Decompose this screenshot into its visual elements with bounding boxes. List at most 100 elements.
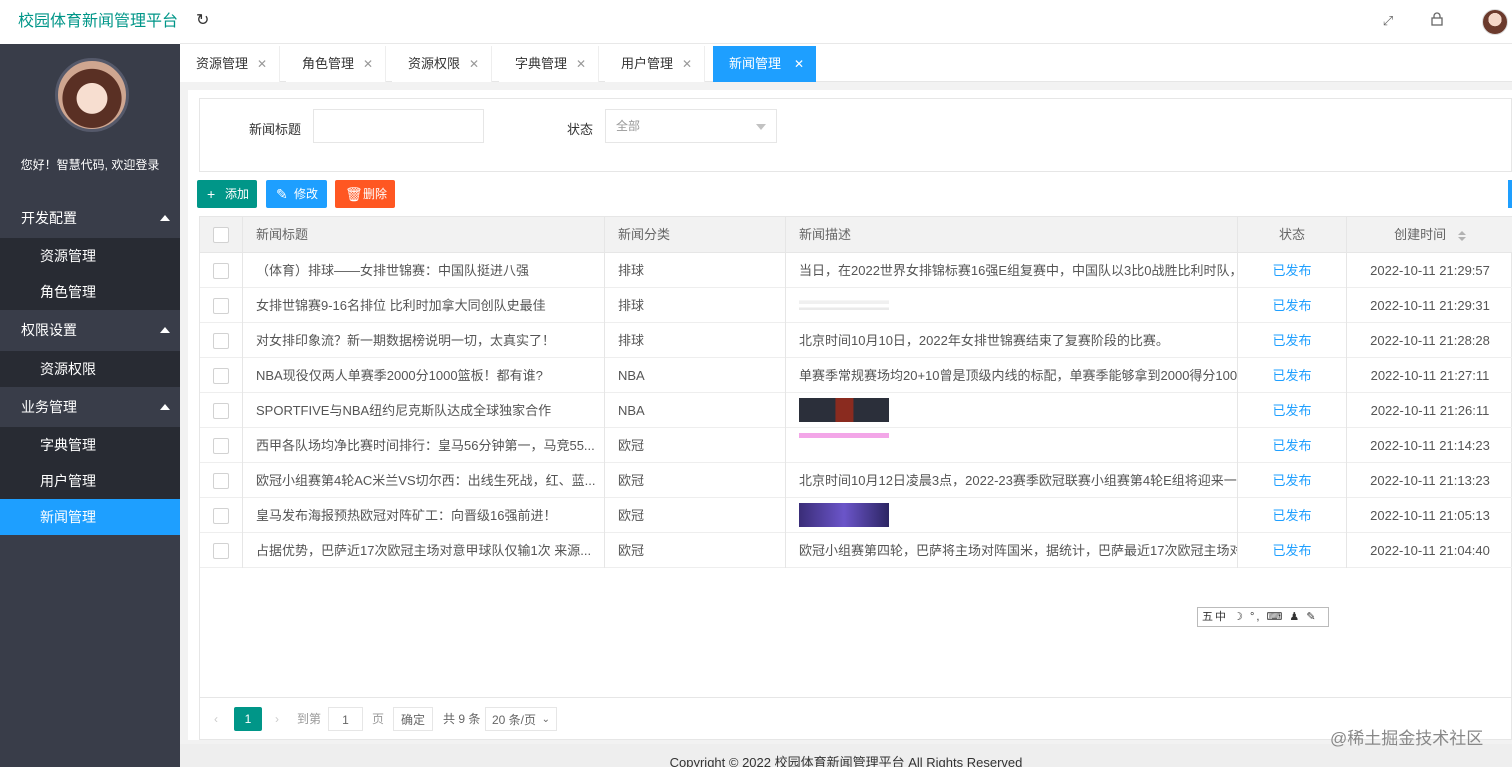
- fullscreen-icon[interactable]: ⤢: [1379, 12, 1397, 30]
- header-news-title: 新闻标题: [243, 217, 605, 252]
- ime-label: 五中: [1202, 611, 1228, 623]
- title-cell: 对女排印象流？新一期数据榜说明一切，太真实了！: [243, 323, 605, 358]
- search-form: 新闻标题 状态 全部: [199, 98, 1512, 172]
- news-title-label: 新闻标题: [249, 122, 302, 137]
- row-checkbox[interactable]: [213, 298, 229, 314]
- tab-user-manage[interactable]: 用户管理 ✕: [605, 46, 705, 82]
- tab-resource-manage[interactable]: 资源管理 ✕: [180, 46, 280, 82]
- desc-cell: 北京时间10月10日，2022年女排世锦赛结束了复赛阶段的比赛。: [786, 323, 1238, 358]
- pencil-icon: ✎: [276, 186, 288, 202]
- row-checkbox[interactable]: [213, 473, 229, 489]
- sidebar-item-user-manage[interactable]: 用户管理: [0, 463, 180, 499]
- prev-page-icon[interactable]: ‹: [214, 707, 218, 731]
- edit-button[interactable]: ✎ 修改: [266, 180, 327, 208]
- status-cell[interactable]: 已发布: [1238, 463, 1347, 498]
- tab-role-manage[interactable]: 角色管理 ✕: [286, 46, 386, 82]
- row-checkbox[interactable]: [213, 543, 229, 559]
- desc-cell: 当日，在2022世界女排锦标赛16强E组复赛中，中国队以3比0战胜比利时队，晋: [786, 253, 1238, 288]
- status-cell[interactable]: 已发布: [1238, 288, 1347, 323]
- table-row[interactable]: 皇马发布海报预热欧冠对阵矿工：向晋级16强前进！ 欧冠 已发布 2022-10-11 …: [200, 498, 1512, 533]
- select-all-checkbox[interactable]: [213, 227, 229, 243]
- title-cell: NBA现役仅两人单赛季2000分1000篮板！都有谁?: [243, 358, 605, 393]
- desc-cell: 单赛季常规赛场均20+10曾是顶级内线的标配，单赛季能够拿到2000得分1000…: [786, 358, 1238, 393]
- tab-dict-manage[interactable]: 字典管理 ✕: [499, 46, 599, 82]
- status-cell[interactable]: 已发布: [1238, 253, 1347, 288]
- row-checkbox[interactable]: [213, 368, 229, 384]
- tab-label: 用户管理: [621, 56, 674, 71]
- sidebar-item-news-manage[interactable]: 新闻管理: [0, 499, 180, 535]
- caret-up-icon: [160, 327, 170, 333]
- table-row[interactable]: （体育）排球——女排世锦赛：中国队挺进八强 排球 当日，在2022世界女排锦标赛16…: [200, 253, 1512, 288]
- tab-resource-permission[interactable]: 资源权限 ✕: [392, 46, 492, 82]
- status-cell[interactable]: 已发布: [1238, 323, 1347, 358]
- page-1-button[interactable]: 1: [234, 707, 262, 731]
- row-checkbox[interactable]: [213, 403, 229, 419]
- desc-cell: [786, 288, 1238, 323]
- header-status: 状态: [1238, 217, 1347, 252]
- title-cell: 皇马发布海报预热欧冠对阵矿工：向晋级16强前进！: [243, 498, 605, 533]
- row-checkbox[interactable]: [213, 508, 229, 524]
- table-row[interactable]: 占据优势，巴萨近17次欧冠主场对意甲球队仅输1次 来源... 欧冠 欧冠小组赛第四轮…: [200, 533, 1512, 568]
- news-title-input[interactable]: [313, 109, 484, 143]
- table-row[interactable]: 欧冠小组赛第4轮AC米兰VS切尔西：出线生死战，红、蓝... 欧冠 北京时间10月1…: [200, 463, 1512, 498]
- nav-group-permission[interactable]: 权限设置: [0, 310, 180, 350]
- tab-label: 资源权限: [408, 56, 461, 71]
- status-cell[interactable]: 已发布: [1238, 533, 1347, 568]
- lock-icon[interactable]: [1428, 12, 1446, 30]
- row-checkbox[interactable]: [213, 438, 229, 454]
- close-icon[interactable]: ✕: [257, 46, 267, 82]
- edit-button-label: 修改: [294, 187, 319, 201]
- header-checkbox-cell: [200, 217, 243, 252]
- table-row[interactable]: 女排世锦赛9-16名排位 比利时加拿大同创队史最佳 排球 已发布 2022-10-11…: [200, 288, 1512, 323]
- sort-icon[interactable]: [1457, 230, 1466, 241]
- delete-button[interactable]: 🗑 删除: [335, 180, 395, 208]
- desc-cell: 欧冠小组赛第四轮，巴萨将主场对阵国米，据统计，巴萨最近17次欧冠主场对阵: [786, 533, 1238, 568]
- sidebar-item-resource-permission[interactable]: 资源权限: [0, 351, 180, 387]
- tab-label: 资源管理: [196, 56, 249, 71]
- header-create-time[interactable]: 创建时间: [1347, 217, 1512, 252]
- app-title[interactable]: 校园体育新闻管理平台: [0, 0, 180, 44]
- sidebar-item-role-manage[interactable]: 角色管理: [0, 274, 180, 310]
- row-checkbox[interactable]: [213, 333, 229, 349]
- nav-group-dev-config[interactable]: 开发配置: [0, 198, 180, 238]
- add-button[interactable]: + 添加: [197, 180, 257, 208]
- category-cell: 欧冠: [605, 533, 786, 568]
- refresh-icon[interactable]: ↻: [196, 12, 214, 30]
- sidebar-item-resource-manage[interactable]: 资源管理: [0, 238, 180, 274]
- status-cell[interactable]: 已发布: [1238, 498, 1347, 533]
- goto-page-input[interactable]: 1: [328, 707, 363, 731]
- close-icon[interactable]: ✕: [794, 46, 804, 82]
- category-cell: NBA: [605, 358, 786, 393]
- close-icon[interactable]: ✕: [363, 46, 373, 82]
- toolbar-edge-button[interactable]: [1508, 180, 1512, 208]
- table-row[interactable]: SPORTFIVE与NBA纽约尼克斯队达成全球独家合作 NBA 已发布 2022-10…: [200, 393, 1512, 428]
- status-cell[interactable]: 已发布: [1238, 428, 1347, 463]
- trash-icon: 🗑: [345, 186, 363, 202]
- checkbox-cell: [200, 393, 243, 428]
- table-row[interactable]: 对女排印象流？新一期数据榜说明一切，太真实了！ 排球 北京时间10月10日，2022…: [200, 323, 1512, 358]
- next-page-icon[interactable]: ›: [275, 707, 279, 731]
- status-cell[interactable]: 已发布: [1238, 358, 1347, 393]
- close-icon[interactable]: ✕: [682, 46, 692, 82]
- user-avatar[interactable]: [1482, 9, 1508, 35]
- plus-icon: +: [207, 186, 216, 202]
- table-header: 新闻标题 新闻分类 新闻描述 状态 创建时间: [200, 217, 1512, 253]
- time-cell: 2022-10-11 21:29:31: [1370, 298, 1490, 313]
- close-icon[interactable]: ✕: [576, 46, 586, 82]
- nav-group-business[interactable]: 业务管理: [0, 387, 180, 427]
- table-row[interactable]: 西甲各队场均净比赛时间排行：皇马56分钟第一，马竞55... 欧冠 已发布 2022-…: [200, 428, 1512, 463]
- status-cell[interactable]: 已发布: [1238, 393, 1347, 428]
- status-select[interactable]: 全部: [605, 109, 777, 143]
- table-row[interactable]: NBA现役仅两人单赛季2000分1000篮板！都有谁? NBA 单赛季常规赛场均20…: [200, 358, 1512, 393]
- ime-toolbar[interactable]: 五中 ☽ °, ⌨ ♟ ✎: [1197, 607, 1329, 627]
- checkbox-cell: [200, 428, 243, 463]
- page-size-select[interactable]: 20 条/页 ⌄: [485, 707, 557, 731]
- confirm-button[interactable]: 确定: [393, 707, 433, 731]
- checkbox-cell: [200, 253, 243, 288]
- chevron-down-icon: ⌄: [541, 714, 550, 725]
- sidebar-item-dict-manage[interactable]: 字典管理: [0, 427, 180, 463]
- delete-button-label: 删除: [363, 187, 388, 201]
- tab-news-manage[interactable]: 新闻管理 ✕: [713, 46, 816, 82]
- row-checkbox[interactable]: [213, 263, 229, 279]
- close-icon[interactable]: ✕: [469, 46, 479, 82]
